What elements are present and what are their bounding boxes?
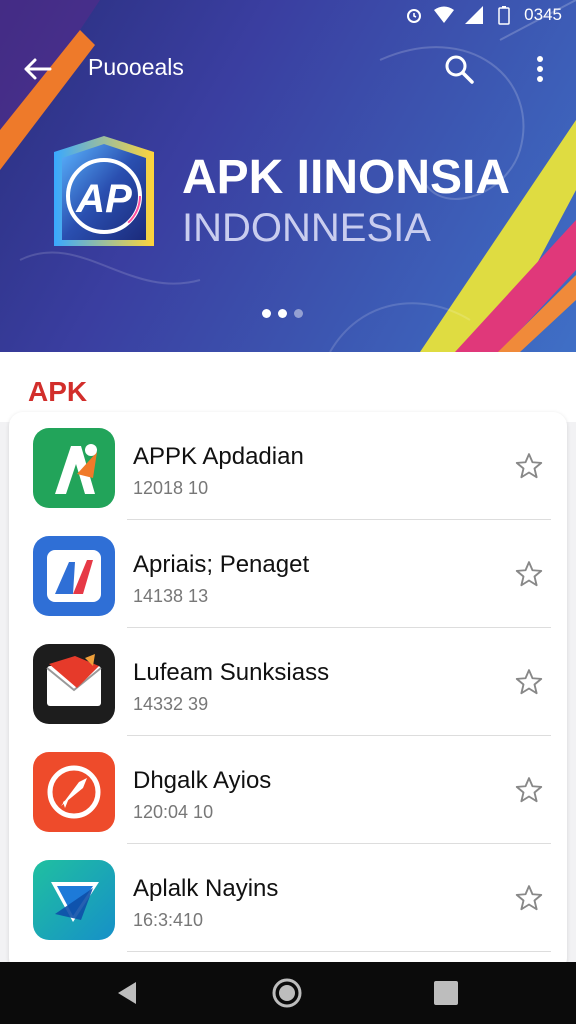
list-item[interactable]: Dhgalk Ayios 120:04 10 — [9, 736, 567, 844]
status-time: 0345 — [524, 5, 562, 24]
favorite-button[interactable] — [511, 556, 547, 592]
list-item[interactable]: Apriais; Penaget 14138 13 — [9, 520, 567, 628]
app-meta: 120:04 10 — [133, 802, 214, 822]
hero-title: APK IINONSIA — [182, 151, 511, 204]
more-vert-icon — [537, 56, 543, 82]
page-title: Puooeals — [88, 54, 184, 80]
back-button[interactable] — [16, 48, 58, 90]
star-outline-icon — [515, 453, 543, 479]
row-divider — [127, 951, 551, 952]
app-meta: 14138 13 — [133, 586, 209, 606]
system-nav-bar — [0, 962, 576, 1024]
favorite-button[interactable] — [511, 880, 547, 916]
apk-ad-icon — [33, 536, 115, 616]
favorite-button[interactable] — [511, 772, 547, 808]
carousel-dot[interactable] — [294, 309, 303, 318]
app-name: Aplalk Nayins — [133, 875, 279, 902]
envelope-icon — [33, 644, 115, 724]
section-title: APK — [28, 376, 88, 407]
arrow-left-icon — [24, 58, 52, 80]
apk-a-icon — [33, 428, 115, 508]
app-meta: 16:3:410 — [133, 910, 204, 930]
star-outline-icon — [515, 777, 543, 803]
star-outline-icon — [515, 561, 543, 587]
hero-banner[interactable]: 0345 Puooeals AP APK IINONSIA INDONNESIA — [0, 0, 576, 352]
favorite-button[interactable] — [511, 664, 547, 700]
signal-icon — [464, 5, 484, 25]
list-item[interactable]: Aplalk Nayins 16:3:410 — [9, 844, 567, 952]
app-list: APPK Apdadian 12018 10 Apriais; Penaget … — [9, 412, 567, 972]
more-options-button[interactable] — [520, 48, 560, 90]
app-name: Lufeam Sunksiass — [133, 659, 330, 686]
nav-back-icon[interactable] — [112, 978, 142, 1008]
app-toolbar: Puooeals — [0, 40, 576, 96]
app-meta: 14332 39 — [133, 694, 209, 714]
wifi-icon — [434, 5, 455, 25]
alarm-icon — [404, 5, 424, 25]
star-outline-icon — [515, 885, 543, 911]
nav-recents-icon[interactable] — [433, 980, 459, 1006]
nav-home-icon[interactable] — [271, 977, 303, 1009]
hero-subtitle: INDONNESIA — [182, 206, 431, 250]
app-name: Dhgalk Ayios — [133, 767, 272, 794]
star-outline-icon — [515, 669, 543, 695]
app-name: Apriais; Penaget — [133, 551, 310, 578]
list-item[interactable]: Lufeam Sunksiass 14332 39 — [9, 628, 567, 736]
carousel-dot[interactable] — [278, 309, 287, 318]
search-icon — [445, 55, 474, 84]
carousel-indicator[interactable] — [262, 309, 303, 318]
list-item[interactable]: APPK Apdadian 12018 10 — [9, 412, 567, 520]
battery-icon — [494, 5, 514, 25]
app-meta: 12018 10 — [133, 478, 209, 498]
status-bar: 0345 — [0, 0, 576, 30]
compass-icon — [33, 752, 115, 832]
brand-logo: AP — [48, 134, 160, 256]
svg-text:AP: AP — [75, 177, 132, 221]
app-name: APPK Apdadian — [133, 443, 304, 470]
carousel-dot[interactable] — [262, 309, 271, 318]
favorite-button[interactable] — [511, 448, 547, 484]
search-button[interactable] — [438, 48, 480, 90]
play-arrow-icon — [33, 860, 115, 940]
